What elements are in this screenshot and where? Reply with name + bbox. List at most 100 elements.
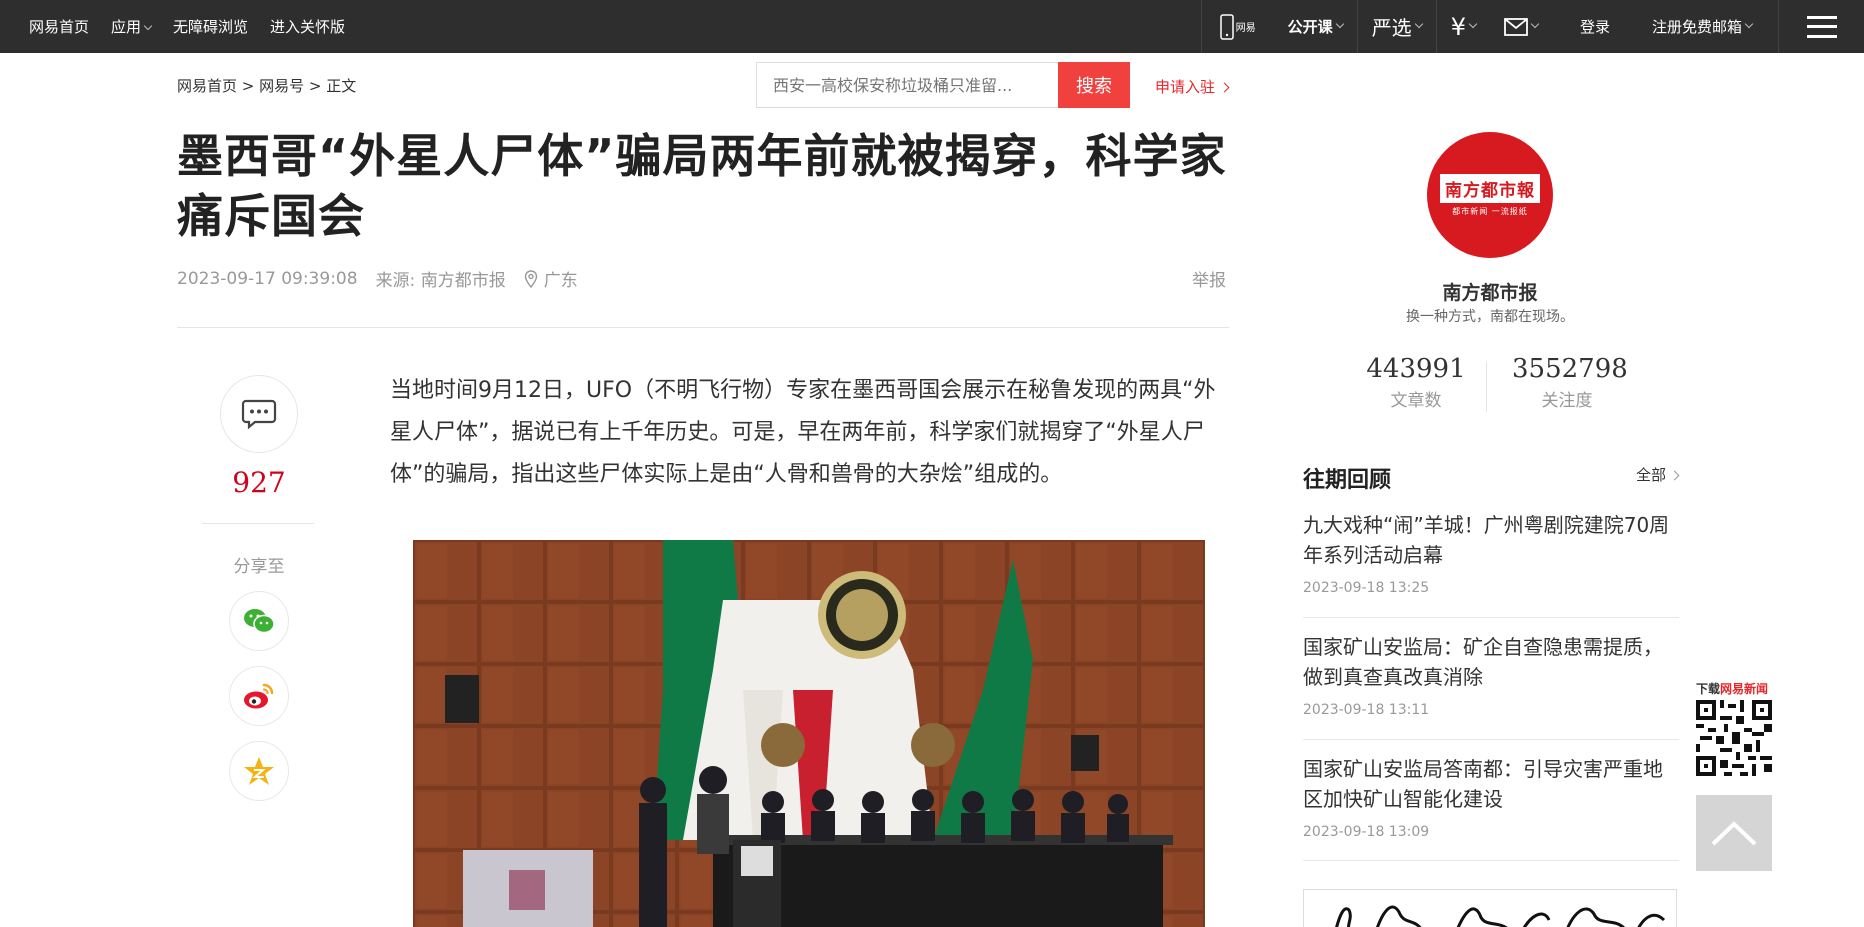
yuan-icon: ¥ bbox=[1450, 12, 1466, 41]
search-box: 搜索 bbox=[756, 62, 1130, 108]
open-course-menu[interactable]: 公开课 bbox=[1274, 0, 1357, 53]
chevron-down-icon bbox=[1530, 19, 1540, 28]
qr-code[interactable] bbox=[1696, 700, 1772, 776]
mobile-app-link[interactable]: 网易 bbox=[1200, 0, 1274, 53]
open-course-label: 公开课 bbox=[1287, 18, 1333, 36]
mail-icon bbox=[1504, 17, 1528, 36]
chevron-up-icon bbox=[1711, 821, 1757, 846]
article-meta: 2023-09-17 09:39:08 来源: 南方都市报 广东 bbox=[177, 266, 578, 292]
title-divider bbox=[177, 327, 1229, 328]
yanxuan-menu[interactable]: 严选 bbox=[1356, 0, 1436, 53]
congress-photo-illustration bbox=[413, 540, 1205, 927]
news-divider bbox=[1303, 860, 1679, 861]
main-menu-button[interactable] bbox=[1778, 0, 1864, 53]
apply-join-label: 申请入驻 bbox=[1155, 78, 1216, 96]
chevron-down-icon bbox=[1744, 19, 1754, 28]
breadcrumb-separator: > bbox=[237, 77, 260, 95]
past-review-all-label: 全部 bbox=[1636, 466, 1667, 484]
chevron-down-icon bbox=[1468, 19, 1478, 28]
stat-value: 443991 bbox=[1366, 354, 1466, 384]
handwriting-graphic bbox=[1335, 905, 1666, 927]
hamburger-icon bbox=[1806, 15, 1837, 38]
top-link-care-mode[interactable]: 进入关怀版 bbox=[270, 16, 345, 37]
share-divider bbox=[202, 523, 314, 524]
list-item[interactable]: 国家矿山安监局：矿企自查隐患需提质，做到真查真改真消除 2023-09-18 1… bbox=[1303, 632, 1679, 718]
article-paragraph: 当地时间9月12日，UFO（不明飞行物）专家在墨西哥国会展示在秘鲁发现的两具“外… bbox=[390, 378, 1216, 487]
account-logo-slogan: 都市新闻 一流报纸 bbox=[1452, 206, 1528, 216]
breadcrumb-current: 正文 bbox=[326, 77, 357, 95]
account-description: 换一种方式，南都在现场。 bbox=[1406, 309, 1574, 325]
past-review-heading: 往期回顾 bbox=[1303, 468, 1392, 493]
account-stat-followers: 3552798 关注度 bbox=[1512, 354, 1628, 411]
chevron-down-icon bbox=[1414, 19, 1423, 28]
download-prefix: 下载 bbox=[1696, 682, 1721, 696]
share-label: 分享至 bbox=[233, 557, 285, 577]
mobile-app-label: 网易 bbox=[1235, 23, 1256, 34]
top-nav-bar: 网易首页 应用 无障碍浏览 进入关怀版 网易 公开课 严选 ¥ 登录 注册免费邮… bbox=[0, 0, 1864, 53]
weibo-icon bbox=[244, 683, 274, 709]
comment-count[interactable]: 927 bbox=[200, 466, 318, 499]
comment-bubble-icon bbox=[241, 399, 277, 430]
stat-label: 文章数 bbox=[1390, 391, 1442, 411]
past-review-all-link[interactable]: 全部 bbox=[1636, 464, 1680, 485]
stat-label: 关注度 bbox=[1541, 391, 1593, 411]
news-item-title[interactable]: 国家矿山安监局答南都：引导灾害严重地区加快矿山智能化建设 bbox=[1303, 754, 1679, 814]
chevron-down-icon bbox=[1335, 19, 1344, 28]
chevron-right-icon bbox=[1669, 470, 1680, 481]
account-name[interactable]: 南方都市报 bbox=[1340, 278, 1640, 305]
qr-code-icon bbox=[1696, 700, 1772, 776]
breadcrumb-channel[interactable]: 网易号 bbox=[259, 77, 304, 95]
news-item-date: 2023-09-18 13:11 bbox=[1303, 702, 1430, 718]
top-nav-left: 网易首页 应用 无障碍浏览 进入关怀版 bbox=[29, 0, 345, 53]
location-pin-icon bbox=[524, 269, 537, 288]
share-qzone-button[interactable] bbox=[229, 741, 289, 801]
payment-menu[interactable]: ¥ bbox=[1435, 0, 1490, 53]
login-link[interactable]: 登录 bbox=[1552, 0, 1638, 53]
article-datetime: 2023-09-17 09:39:08 bbox=[177, 268, 358, 289]
top-link-accessibility[interactable]: 无障碍浏览 bbox=[173, 16, 248, 37]
account-stat-articles: 443991 文章数 bbox=[1366, 354, 1466, 411]
back-to-top-button[interactable] bbox=[1696, 795, 1772, 871]
signature-banner[interactable] bbox=[1303, 889, 1677, 927]
search-button[interactable]: 搜索 bbox=[1058, 62, 1130, 108]
news-item-title[interactable]: 九大戏种“闹”羊城！广州粤剧院建院70周年系列活动启幕 bbox=[1303, 510, 1679, 570]
chevron-right-icon bbox=[1219, 82, 1230, 93]
share-weibo-button[interactable] bbox=[229, 666, 289, 726]
news-divider bbox=[1303, 739, 1679, 740]
list-item[interactable]: 九大戏种“闹”羊城！广州粤剧院建院70周年系列活动启幕 2023-09-18 1… bbox=[1303, 510, 1679, 596]
search-input[interactable] bbox=[756, 62, 1058, 108]
report-link[interactable]: 举报 bbox=[1192, 266, 1226, 291]
mobile-phone-icon bbox=[1219, 13, 1234, 40]
article-photo bbox=[413, 540, 1205, 927]
news-item-date: 2023-09-18 13:25 bbox=[1303, 580, 1430, 596]
apply-join-link[interactable]: 申请入驻 bbox=[1155, 76, 1230, 97]
login-label: 登录 bbox=[1579, 18, 1610, 36]
mail-menu[interactable] bbox=[1490, 0, 1552, 53]
news-item-title[interactable]: 国家矿山安监局：矿企自查隐患需提质，做到真查真改真消除 bbox=[1303, 632, 1679, 692]
qzone-icon bbox=[244, 757, 274, 785]
wechat-icon bbox=[244, 609, 275, 634]
news-divider bbox=[1303, 617, 1679, 618]
account-logo-text: 南方都市報 bbox=[1440, 173, 1540, 203]
breadcrumb-separator: > bbox=[304, 77, 327, 95]
comment-button[interactable] bbox=[220, 375, 298, 453]
stat-divider bbox=[1486, 362, 1487, 412]
article-location: 广东 bbox=[524, 266, 578, 291]
article-location-text: 广东 bbox=[543, 271, 578, 291]
article-source[interactable]: 来源: 南方都市报 bbox=[376, 266, 506, 291]
article-title: 墨西哥“外星人尸体”骗局两年前就被揭穿，科学家痛斥国会 bbox=[177, 129, 1227, 243]
chevron-down-icon bbox=[143, 21, 153, 31]
download-app-name: 网易新闻 bbox=[1720, 682, 1769, 696]
top-link-apps[interactable]: 应用 bbox=[111, 16, 153, 37]
top-nav-right: 网易 公开课 严选 ¥ 登录 注册免费邮箱 bbox=[1200, 0, 1864, 53]
breadcrumb-home[interactable]: 网易首页 bbox=[177, 77, 237, 95]
account-avatar[interactable]: 南方都市報 都市新闻 一流报纸 bbox=[1427, 132, 1553, 258]
register-email-link[interactable]: 注册免费邮箱 bbox=[1638, 0, 1778, 53]
yanxuan-label: 严选 bbox=[1371, 16, 1412, 40]
top-link-apps-label: 应用 bbox=[111, 18, 142, 36]
share-wechat-button[interactable] bbox=[229, 591, 289, 651]
list-item[interactable]: 国家矿山安监局答南都：引导灾害严重地区加快矿山智能化建设 2023-09-18 … bbox=[1303, 754, 1679, 840]
stat-value: 3552798 bbox=[1512, 354, 1628, 384]
top-link-netease-home[interactable]: 网易首页 bbox=[29, 16, 89, 37]
breadcrumb: 网易首页 > 网易号 > 正文 bbox=[177, 75, 356, 96]
